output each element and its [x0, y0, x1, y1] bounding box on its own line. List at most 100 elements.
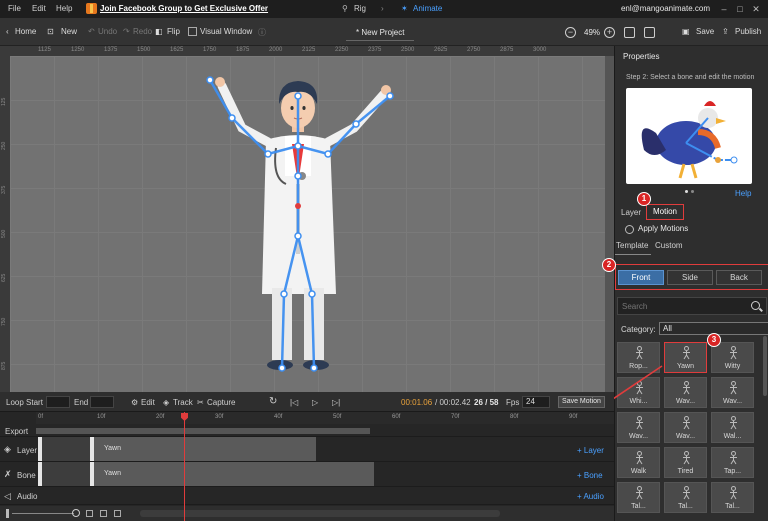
flip-icon: ◧: [155, 27, 163, 36]
track-button[interactable]: Track: [173, 398, 193, 407]
frame-tick: 10f: [97, 414, 106, 420]
motion-item[interactable]: Tap...: [711, 447, 754, 478]
loop-start-label: Loop Start: [6, 398, 43, 407]
save-button[interactable]: Save: [696, 27, 714, 36]
motion-item-label: Wal...: [723, 433, 742, 440]
export-label: Export: [5, 427, 29, 436]
motion-item[interactable]: Yawn: [664, 342, 707, 373]
rig-icon[interactable]: ⚲: [342, 4, 348, 13]
step-badge-3: 3: [707, 333, 721, 347]
view-front-button[interactable]: Front: [618, 270, 664, 285]
frame-tick: 20f: [156, 414, 165, 420]
back-chevron-icon: ‹: [6, 27, 9, 36]
preview-pagination[interactable]: [685, 186, 697, 195]
motion-grid-scrollbar[interactable]: [763, 336, 767, 396]
loop-start-input[interactable]: [46, 396, 70, 408]
reset-icon[interactable]: ↻: [269, 396, 277, 407]
export-range-bar[interactable]: [36, 428, 370, 434]
menu-file[interactable]: File: [8, 4, 21, 13]
view-side-button[interactable]: Side: [667, 270, 713, 285]
loop-end-input[interactable]: [90, 396, 114, 408]
animate-icon[interactable]: ✶: [401, 4, 408, 13]
new-button[interactable]: New: [61, 27, 77, 36]
motion-item[interactable]: Tal...: [617, 482, 660, 513]
vertical-ruler: 125 250 375 500 625 750 875: [0, 56, 10, 392]
clip-handle[interactable]: [90, 437, 94, 461]
clip-handle[interactable]: [90, 462, 94, 486]
mode-rig[interactable]: Rig: [354, 4, 366, 13]
motion-item[interactable]: Witty: [711, 342, 754, 373]
view-back-button[interactable]: Back: [716, 270, 762, 285]
undo-button[interactable]: Undo: [98, 27, 117, 36]
save-icon: ▣: [682, 27, 690, 36]
motion-item[interactable]: Wav...: [664, 377, 707, 408]
copy-icon[interactable]: [100, 510, 107, 517]
help-link[interactable]: Help: [735, 189, 751, 198]
duplicate-icon[interactable]: [86, 510, 93, 517]
apply-motions-radio[interactable]: [625, 225, 634, 234]
search-icon[interactable]: [751, 301, 760, 310]
bone-clip-yawn[interactable]: Yawn: [90, 462, 374, 486]
motion-item[interactable]: Wav...: [711, 377, 754, 408]
edit-button[interactable]: Edit: [141, 398, 155, 407]
publish-button[interactable]: Publish: [735, 27, 761, 36]
zoom-in-icon[interactable]: +: [604, 27, 615, 38]
motion-item[interactable]: Wav...: [664, 412, 707, 443]
flip-button[interactable]: Flip: [167, 27, 180, 36]
tab-motion[interactable]: Motion: [646, 204, 684, 220]
canvas-vertical-scrollbar[interactable]: [605, 56, 614, 392]
subtab-template[interactable]: Template: [616, 241, 648, 250]
close-icon[interactable]: ✕: [750, 3, 762, 15]
info-icon[interactable]: ⓘ: [258, 27, 266, 38]
motion-item-label: Tal...: [631, 503, 646, 510]
minimize-icon[interactable]: –: [718, 3, 730, 15]
subtab-custom[interactable]: Custom: [655, 241, 683, 250]
menu-help[interactable]: Help: [56, 4, 72, 13]
mode-animate[interactable]: Animate: [413, 4, 442, 13]
layer-clip-yawn[interactable]: Yawn: [90, 437, 316, 461]
motion-item[interactable]: Wal...: [711, 412, 754, 443]
maximize-icon[interactable]: □: [734, 3, 746, 15]
ruler-tick: 2000: [269, 47, 283, 53]
redo-button[interactable]: Redo: [133, 27, 152, 36]
add-bone-button[interactable]: + Bone: [577, 471, 603, 480]
rooster-preview: [641, 101, 738, 179]
timeline-zoom-slider[interactable]: [12, 513, 74, 514]
home-button[interactable]: Home: [15, 27, 36, 36]
clip-handle[interactable]: [38, 437, 42, 461]
motion-item[interactable]: Tal...: [664, 482, 707, 513]
delete-icon[interactable]: [114, 510, 121, 517]
layer-clip-pre[interactable]: [38, 437, 90, 461]
prev-frame-icon[interactable]: |◁: [290, 398, 298, 407]
add-layer-button[interactable]: + Layer: [577, 446, 604, 455]
motion-item[interactable]: Tired: [664, 447, 707, 478]
fps-select[interactable]: 24: [522, 396, 550, 408]
motion-item[interactable]: Tal...: [711, 482, 754, 513]
apply-motions-label: Apply Motions: [638, 224, 689, 233]
character-doctor[interactable]: [10, 56, 614, 392]
motion-figure-icon: [683, 486, 690, 500]
save-motion-button[interactable]: Save Motion: [558, 396, 605, 408]
account-email[interactable]: enl@mangoanimate.com: [621, 4, 710, 13]
undo-icon: ↶: [88, 27, 95, 36]
play-icon[interactable]: ▷: [312, 398, 318, 407]
clip-handle[interactable]: [38, 462, 42, 486]
capture-button[interactable]: Capture: [207, 398, 235, 407]
bone-clip-pre[interactable]: [38, 462, 90, 486]
search-input[interactable]: [622, 300, 732, 312]
ruler-tick: 1625: [170, 47, 184, 53]
menu-edit[interactable]: Edit: [32, 4, 46, 13]
stage-canvas[interactable]: [10, 56, 614, 392]
motion-item-label: Tal...: [725, 503, 740, 510]
add-audio-button[interactable]: + Audio: [577, 492, 604, 501]
zoom-out-icon[interactable]: −: [565, 27, 576, 38]
promo-link[interactable]: Join Facebook Group to Get Exclusive Off…: [100, 4, 268, 13]
next-frame-icon[interactable]: ▷|: [332, 398, 340, 407]
tab-layer[interactable]: Layer: [621, 208, 641, 217]
zoom-in-timeline-icon[interactable]: [72, 509, 80, 517]
timeline-horizontal-scrollbar[interactable]: [140, 510, 500, 517]
fit-screen-icon[interactable]: [624, 27, 635, 38]
frame-ruler[interactable]: 0f 10f 20f 30f 40f 50f 60f 70f 80f 90f: [36, 412, 614, 424]
visual-window-checkbox[interactable]: [188, 27, 197, 36]
actual-size-icon[interactable]: [644, 27, 655, 38]
